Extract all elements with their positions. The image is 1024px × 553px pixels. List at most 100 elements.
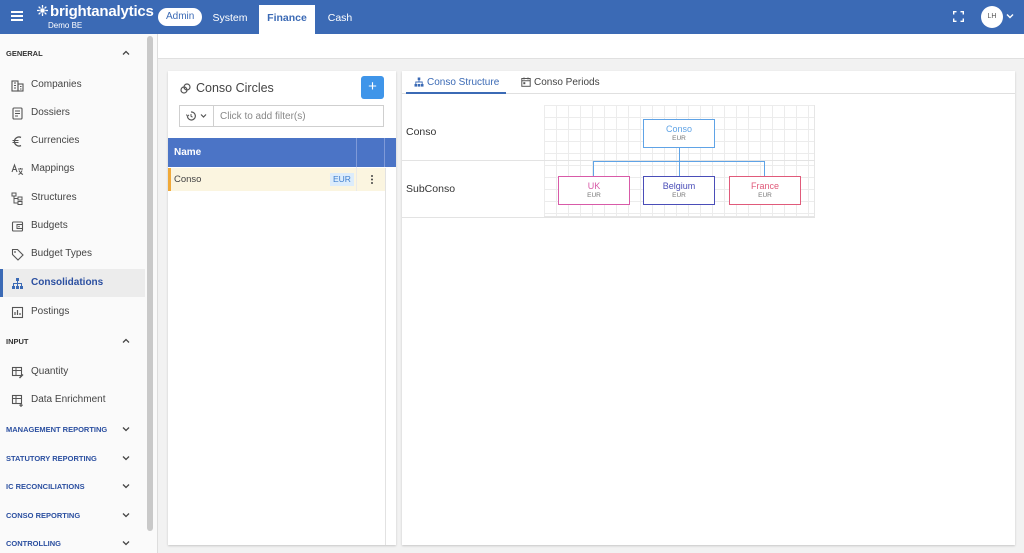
chevron-down-icon[interactable] [1006,13,1014,19]
admin-badge[interactable]: Admin [158,8,203,26]
sidebar-item-label: Companies [31,79,82,90]
table-header: Name [168,138,396,167]
chevron-down-icon [122,513,130,518]
sidebar: GENERAL Companies Dossiers Currencies Ma… [0,34,158,553]
content-header [158,34,1024,59]
tab-label: Conso Structure [427,77,500,88]
node-france[interactable]: France EUR [729,176,801,205]
connector-line [679,148,680,161]
chevron-down-icon [122,427,130,432]
node-name: Belgium [662,181,696,191]
column-divider [356,167,357,191]
sidebar-item-label: Postings [31,306,70,317]
column-divider [356,138,357,167]
sidebar-item-label: Currencies [31,135,80,146]
sidebar-item-structures[interactable]: Structures [0,184,145,212]
sidebar-item-postings[interactable]: Postings [0,298,145,326]
node-currency: EUR [672,135,686,142]
filter-bar [179,105,384,127]
table-plus-icon [11,394,23,407]
column-header-name[interactable]: Name [174,147,201,158]
sidebar-item-mappings[interactable]: Mappings [0,155,145,183]
section-input[interactable]: INPUT [0,330,145,354]
sidebar-item-budget-types[interactable]: Budget Types [0,240,145,268]
sidebar-scrollbar[interactable] [147,36,153,531]
node-belgium[interactable]: Belgium EUR [643,176,715,205]
top-bar: brightanalytics Demo BE Admin System Fin… [0,0,1024,34]
sidebar-item-data-enrichment[interactable]: Data Enrichment [0,386,145,414]
chevron-up-icon [122,50,130,55]
sidebar-item-dossiers[interactable]: Dossiers [0,99,145,127]
connector-line [679,161,680,176]
node-currency: EUR [587,192,601,199]
sidebar-item-label: Quantity [31,366,69,377]
add-button[interactable]: + [361,76,384,99]
section-general[interactable]: GENERAL [0,42,145,66]
hierarchy-icon [12,278,23,289]
section-controlling[interactable]: CONTROLLING [0,532,145,553]
link-icon [180,83,191,94]
node-conso[interactable]: Conso EUR [643,119,715,148]
column-divider [384,138,385,167]
panel-title: Conso Circles [196,81,274,95]
section-label: STATUTORY REPORTING [6,454,97,463]
table-scroll-track [385,168,396,545]
node-name: Conso [665,124,692,134]
sidebar-item-label: Data Enrichment [31,394,106,405]
section-management-reporting[interactable]: MANAGEMENT REPORTING [0,418,145,442]
document-list-icon [12,107,23,120]
sidebar-item-label: Consolidations [31,277,104,288]
tab-bar: Conso Structure Conso Periods [402,71,1015,94]
avatar[interactable]: LH [981,6,1003,28]
node-currency: EUR [672,192,686,199]
connector-line [764,161,765,176]
sidebar-item-label: Structures [31,192,77,203]
node-name: France [750,181,779,191]
section-ic-reconciliations[interactable]: IC RECONCILIATIONS [0,475,145,499]
row-name: Conso [174,174,202,185]
sidebar-item-consolidations[interactable]: Consolidations [0,269,145,297]
tab-conso-structure[interactable]: Conso Structure [406,71,506,94]
chevron-down-icon [122,484,130,489]
sidebar-item-label: Budgets [31,220,68,231]
tab-label: Conso Periods [534,77,600,88]
level-label-subconso: SubConso [406,183,456,195]
filter-input[interactable] [220,106,380,126]
sidebar-item-companies[interactable]: Companies [0,71,145,99]
tab-cash[interactable]: Cash [318,5,362,34]
currency-badge: EUR [330,173,354,186]
node-uk[interactable]: UK EUR [558,176,630,205]
section-label: GENERAL [6,49,43,58]
calendar-icon [521,77,531,87]
sidebar-item-label: Dossiers [31,107,70,118]
table-row[interactable]: Conso EUR [168,168,385,191]
section-statutory-reporting[interactable]: STATUTORY REPORTING [0,447,145,471]
tab-system[interactable]: System [202,5,258,34]
brand-name: brightanalytics [50,3,154,20]
euro-icon [12,136,22,147]
tab-conso-periods[interactable]: Conso Periods [514,71,604,94]
more-vertical-icon[interactable] [368,173,376,186]
section-conso-reporting[interactable]: CONSO REPORTING [0,504,145,528]
chevron-down-icon [122,456,130,461]
filter-history-button[interactable] [180,106,214,126]
node-name: UK [587,181,601,191]
section-label: INPUT [6,337,29,346]
chart-box-icon [11,306,24,319]
translate-icon [11,163,24,175]
level-separator [402,217,815,218]
menu-icon[interactable] [11,11,23,21]
conso-structure-panel: Conso Structure Conso Periods Conso SubC… [402,71,1015,545]
table-edit-icon [11,366,24,379]
history-icon [186,111,207,121]
section-label: CONTROLLING [6,539,61,548]
tag-icon [11,248,24,261]
fullscreen-icon[interactable] [953,11,964,22]
sidebar-item-quantity[interactable]: Quantity [0,358,145,386]
tab-finance[interactable]: Finance [259,5,315,34]
conso-circles-panel: Conso Circles + Name Conso EUR [168,71,396,545]
sidebar-item-currencies[interactable]: Currencies [0,127,145,155]
sidebar-item-budgets[interactable]: Budgets [0,212,145,240]
sidebar-item-label: Budget Types [31,248,92,259]
sidebar-item-label: Mappings [31,163,75,174]
